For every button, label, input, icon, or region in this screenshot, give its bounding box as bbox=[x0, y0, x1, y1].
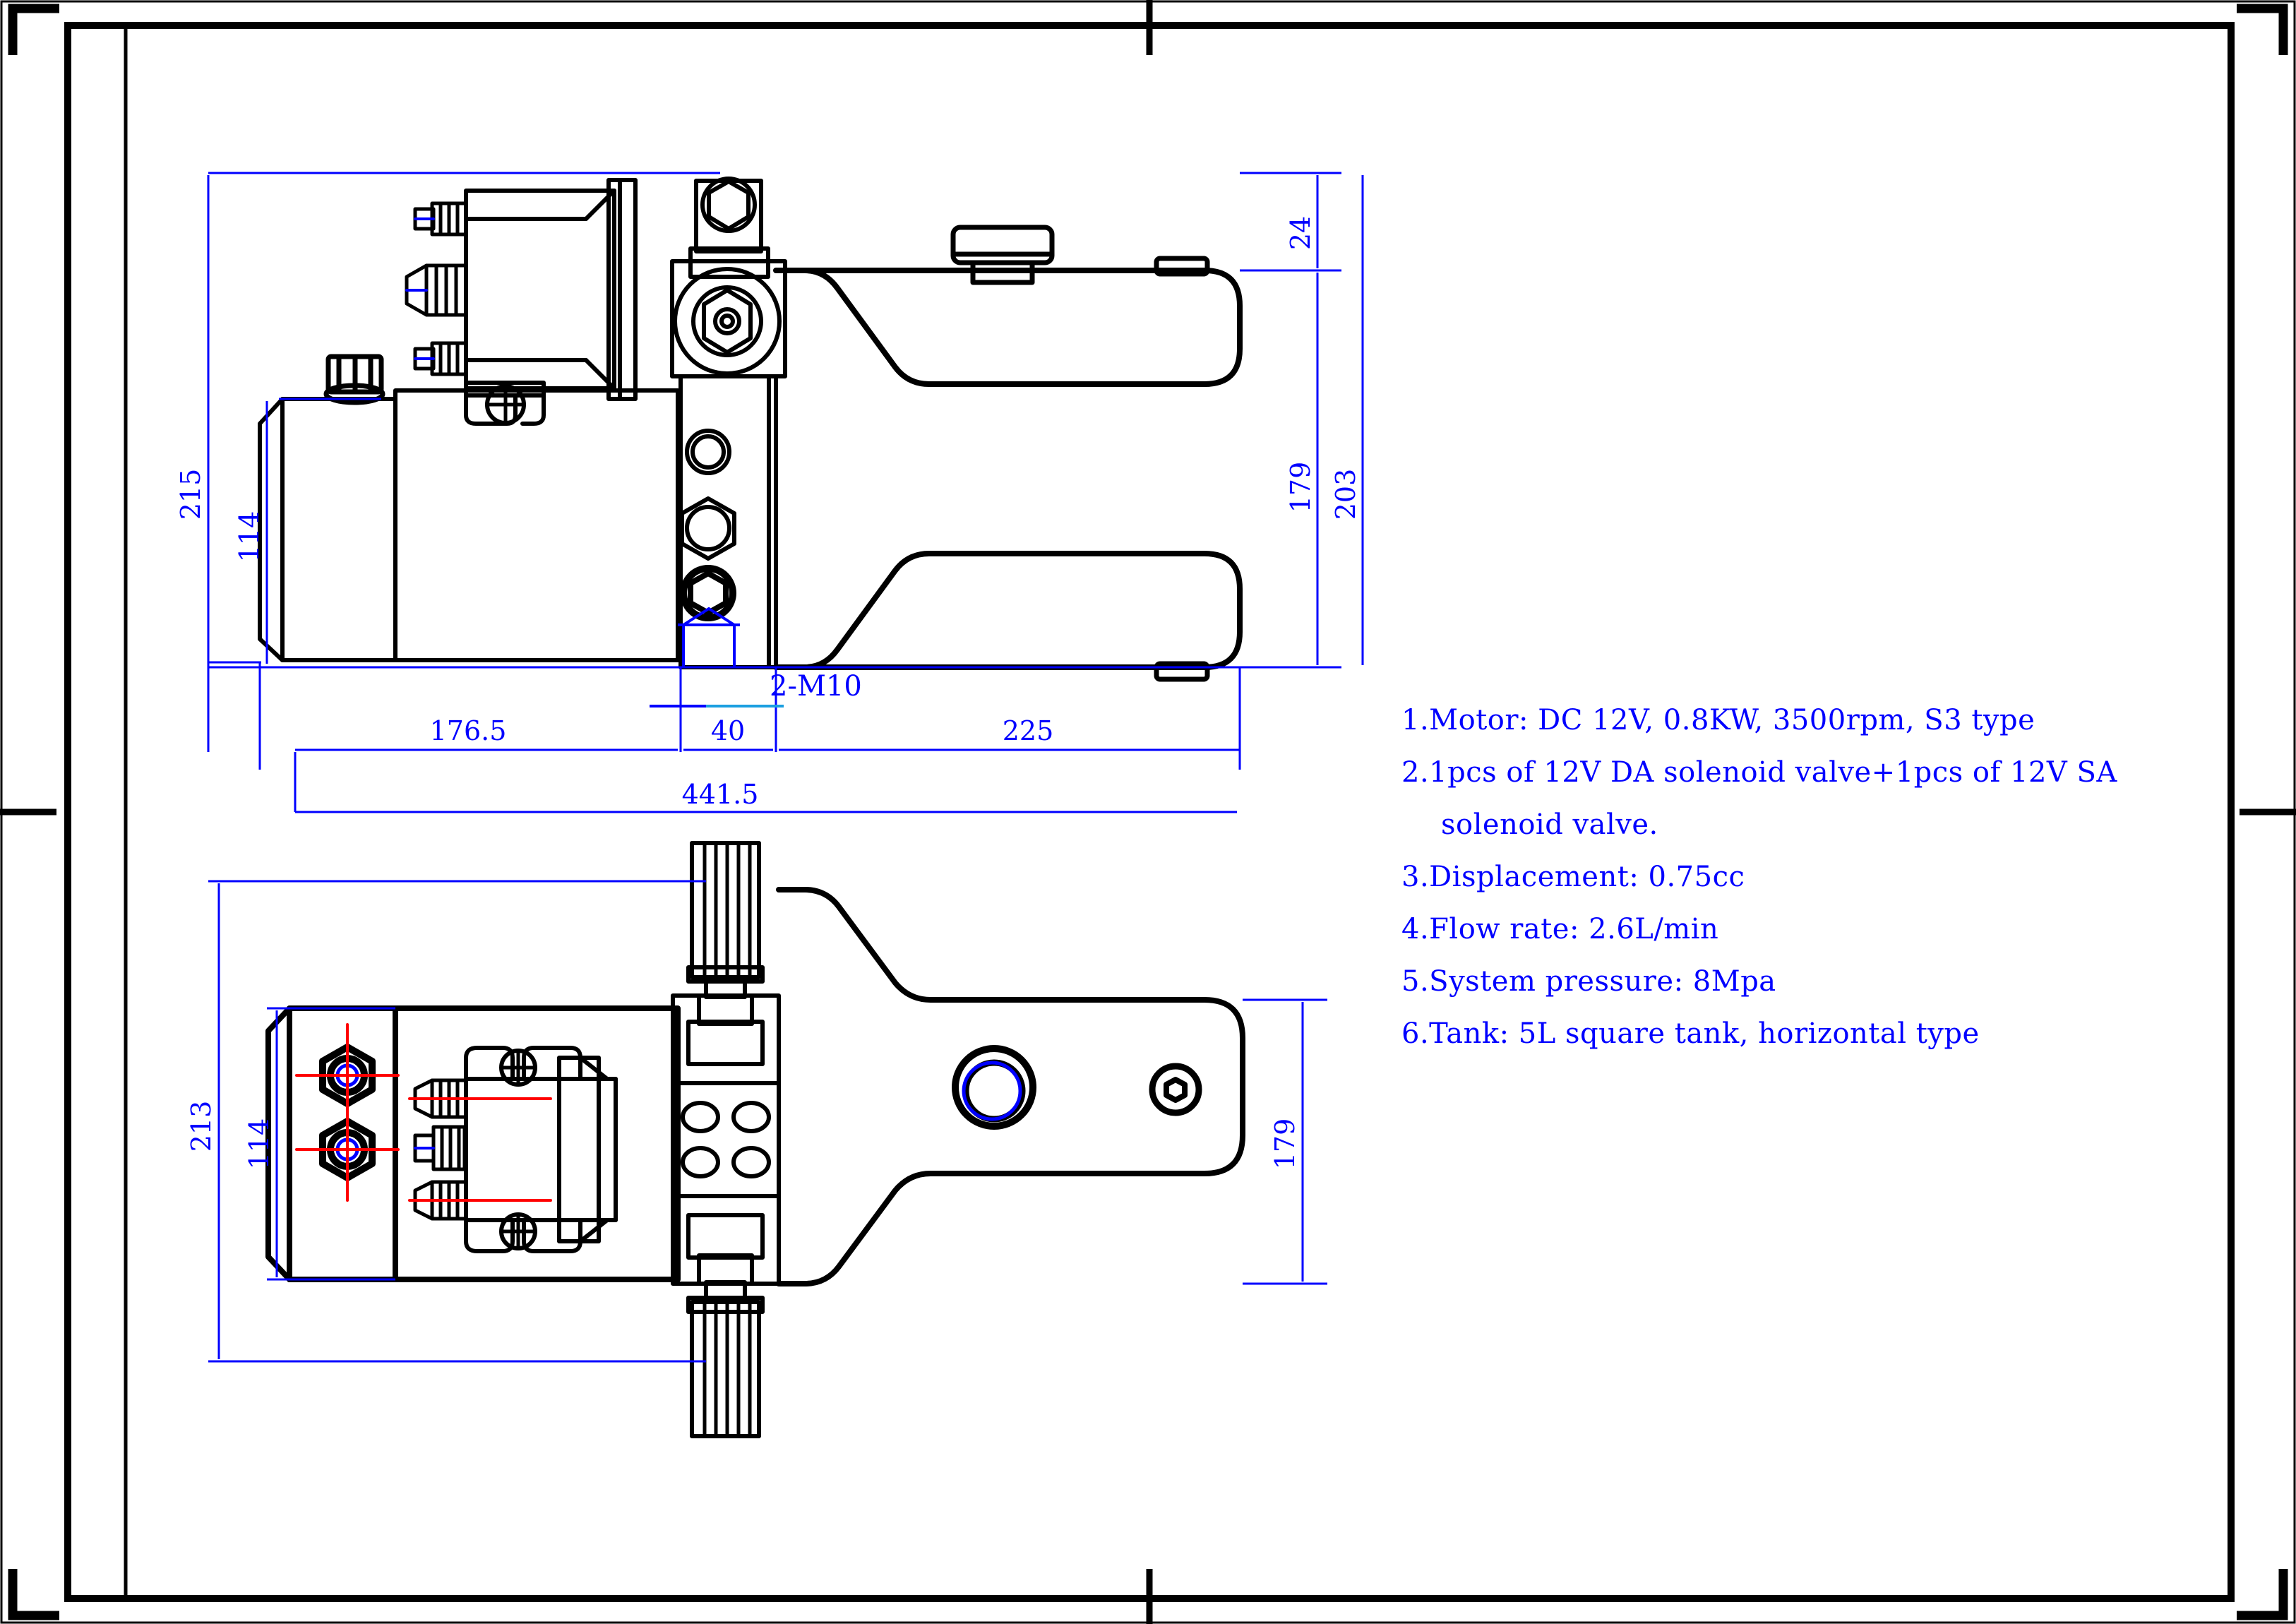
spec-line-3: 3.Displacement: 0.75cc bbox=[1401, 861, 1745, 893]
dim-label-213: 213 bbox=[186, 1101, 217, 1152]
drawing-sheet: 215 114 24 179 203 176.5 40 225 441.5 2-… bbox=[0, 0, 2296, 1624]
dim-label-179-plan: 179 bbox=[1269, 1118, 1301, 1170]
spec-line-2-continued: solenoid valve. bbox=[1441, 808, 1658, 841]
spec-line-5: 5.System pressure: 8Mpa bbox=[1401, 965, 1776, 998]
spec-line-1: 1.Motor: DC 12V, 0.8KW, 3500rpm, S3 type bbox=[1401, 704, 2035, 736]
spec-line-2: 2.1pcs of 12V DA solenoid valve+1pcs of … bbox=[1401, 756, 2117, 789]
spec-line-6: 6.Tank: 5L square tank, horizontal type bbox=[1401, 1017, 1980, 1050]
dim-label-114-plan: 114 bbox=[244, 1118, 275, 1170]
spec-line-4: 4.Flow rate: 2.6L/min bbox=[1401, 913, 1719, 945]
plan-dimension-labels: 213 114 179 bbox=[186, 1101, 1301, 1170]
specification-notes: 1.Motor: DC 12V, 0.8KW, 3500rpm, S3 type… bbox=[1401, 706, 2235, 1072]
